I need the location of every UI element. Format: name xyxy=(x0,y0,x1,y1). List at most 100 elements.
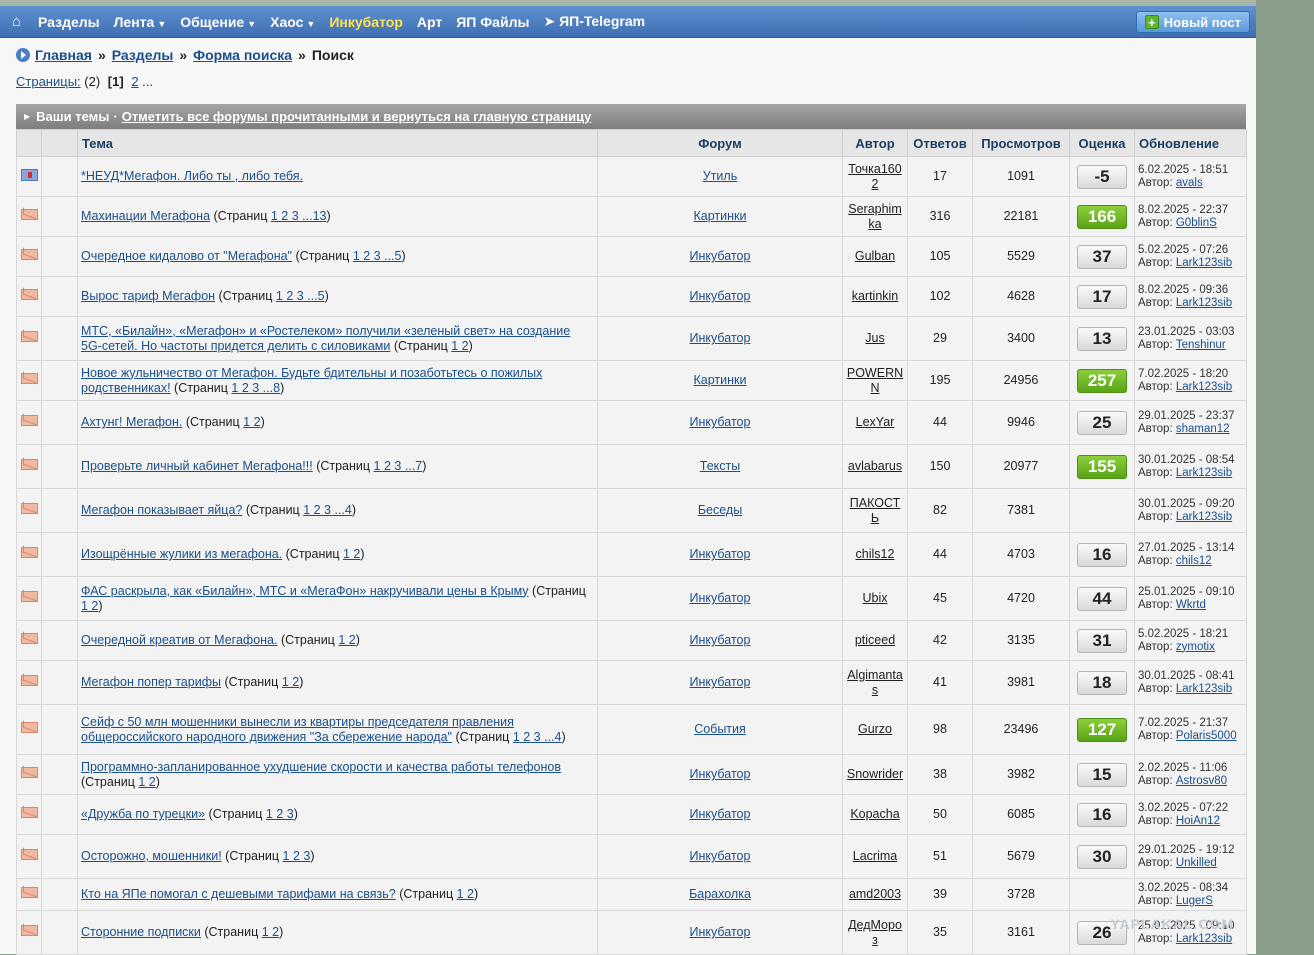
author-link[interactable]: Jus xyxy=(865,331,884,345)
author-link[interactable]: ДедМороз xyxy=(848,918,902,947)
author-link[interactable]: Точка1602 xyxy=(848,162,901,191)
rating-badge[interactable]: 166 xyxy=(1077,204,1127,229)
topic-link[interactable]: Кто на ЯПе помогал с дешевыми тарифами н… xyxy=(81,887,396,901)
rating-badge[interactable]: 30 xyxy=(1077,844,1127,869)
topic-pages-links[interactable]: 1 2 3 ...8 xyxy=(231,381,280,395)
last-poster-link[interactable]: avals xyxy=(1176,177,1203,189)
forum-link[interactable]: События xyxy=(694,722,746,736)
breadcrumb-search-form[interactable]: Форма поиска xyxy=(193,47,292,63)
last-poster-link[interactable]: LugerS xyxy=(1176,895,1213,907)
breadcrumb-sections[interactable]: Разделы xyxy=(112,47,174,63)
rating-badge[interactable]: 17 xyxy=(1077,284,1127,309)
topic-link[interactable]: Сейф с 50 млн мошенники вынесли из кварт… xyxy=(81,715,514,744)
forum-link[interactable]: Утиль xyxy=(703,169,737,183)
author-link[interactable]: Ubix xyxy=(862,591,887,605)
author-link[interactable]: Gurzo xyxy=(858,722,892,736)
author-link[interactable]: chils12 xyxy=(856,547,895,561)
rating-badge[interactable]: 31 xyxy=(1077,628,1127,653)
topic-link[interactable]: Очередное кидалово от "Мегафона" xyxy=(81,249,292,263)
topic-pages-links[interactable]: 1 2 xyxy=(451,339,468,353)
author-link[interactable]: kartinkin xyxy=(852,289,899,303)
last-poster-link[interactable]: Lark123sib xyxy=(1176,467,1232,479)
topic-pages-links[interactable]: 1 2 3 ...4 xyxy=(513,730,562,744)
topic-pages-links[interactable]: 1 2 3 xyxy=(266,807,294,821)
forum-link[interactable]: Инкубатор xyxy=(690,807,751,821)
topic-link[interactable]: Изощрённые жулики из мегафона. xyxy=(81,547,282,561)
rating-badge[interactable]: 15 xyxy=(1077,762,1127,787)
nav-chaos[interactable]: Хаос ▼ xyxy=(270,14,315,30)
forum-link[interactable]: Картинки xyxy=(694,209,747,223)
forum-link[interactable]: Инкубатор xyxy=(690,547,751,561)
last-poster-link[interactable]: Lark123sib xyxy=(1176,381,1232,393)
topic-link[interactable]: Мегафон попер тарифы xyxy=(81,675,221,689)
author-link[interactable]: Seraphimka xyxy=(848,202,902,231)
forum-link[interactable]: Инкубатор xyxy=(690,289,751,303)
rating-badge[interactable]: 44 xyxy=(1077,586,1127,611)
topic-pages-links[interactable]: 1 2 3 ...4 xyxy=(303,503,352,517)
last-poster-link[interactable]: Lark123sib xyxy=(1176,683,1232,695)
topic-link[interactable]: Проверьте личный кабинет Мегафона!!! xyxy=(81,459,313,473)
nav-art[interactable]: Арт xyxy=(417,14,442,30)
pages-next[interactable]: 2 xyxy=(131,74,138,89)
topic-link[interactable]: Мегафон показывает яйца? xyxy=(81,503,242,517)
topic-pages-links[interactable]: 1 2 xyxy=(262,925,279,939)
forum-link[interactable]: Картинки xyxy=(694,373,747,387)
topic-pages-links[interactable]: 1 2 xyxy=(338,633,355,647)
nav-feed[interactable]: Лента ▼ xyxy=(114,14,167,30)
last-poster-link[interactable]: Lark123sib xyxy=(1176,933,1232,945)
home-icon[interactable]: ⌂ xyxy=(12,13,38,30)
author-link[interactable]: Algimantas xyxy=(847,668,903,697)
last-poster-link[interactable]: G0blinS xyxy=(1176,217,1217,229)
last-poster-link[interactable]: Lark123sib xyxy=(1176,511,1232,523)
last-poster-link[interactable]: shaman12 xyxy=(1176,423,1230,435)
topic-pages-links[interactable]: 1 2 xyxy=(282,675,299,689)
topic-link[interactable]: Сторонние подписки xyxy=(81,925,201,939)
forum-link[interactable]: Инкубатор xyxy=(690,633,751,647)
forum-link[interactable]: Инкубатор xyxy=(690,591,751,605)
rating-badge[interactable]: 155 xyxy=(1077,454,1127,479)
rating-badge[interactable]: 257 xyxy=(1077,368,1127,393)
rating-badge[interactable]: 25 xyxy=(1077,410,1127,435)
topic-pages-links[interactable]: 1 2 3 ...5 xyxy=(353,249,402,263)
author-link[interactable]: LexYar xyxy=(856,415,895,429)
topic-pages-links[interactable]: 1 2 xyxy=(243,415,260,429)
forum-link[interactable]: Инкубатор xyxy=(690,925,751,939)
last-poster-link[interactable]: Polaris5000 xyxy=(1176,730,1237,742)
last-poster-link[interactable]: Wkrtd xyxy=(1176,599,1206,611)
topic-pages-links[interactable]: 1 2 3 ...7 xyxy=(374,459,423,473)
rating-badge[interactable]: 37 xyxy=(1077,244,1127,269)
topic-pages-links[interactable]: 1 2 xyxy=(343,547,360,561)
breadcrumb-home[interactable]: Главная xyxy=(35,47,92,63)
forum-link[interactable]: Барахолка xyxy=(689,887,751,901)
last-poster-link[interactable]: Tenshinur xyxy=(1176,339,1226,351)
topic-link[interactable]: МТС, «Билайн», «Мегафон» и «Ростелеком» … xyxy=(81,324,570,353)
last-poster-link[interactable]: zymotix xyxy=(1176,641,1215,653)
forum-link[interactable]: Инкубатор xyxy=(690,767,751,781)
nav-sections[interactable]: Разделы xyxy=(38,14,100,30)
forum-link[interactable]: Инкубатор xyxy=(690,849,751,863)
topic-pages-links[interactable]: 1 2 xyxy=(81,599,98,613)
topic-link[interactable]: Ахтунг! Мегафон. xyxy=(81,415,182,429)
rating-badge[interactable]: 18 xyxy=(1077,670,1127,695)
last-poster-link[interactable]: Astrosv80 xyxy=(1176,775,1227,787)
topic-link[interactable]: Новое жульничество от Мегафон. Будьте бд… xyxy=(81,366,542,395)
author-link[interactable]: Gulban xyxy=(855,249,895,263)
rating-badge[interactable]: 16 xyxy=(1077,802,1127,827)
topic-link[interactable]: Осторожно, мошенники! xyxy=(81,849,222,863)
rating-badge[interactable]: 127 xyxy=(1077,717,1127,742)
last-poster-link[interactable]: HoiAn12 xyxy=(1176,815,1220,827)
rating-badge[interactable]: 16 xyxy=(1077,542,1127,567)
forum-link[interactable]: Инкубатор xyxy=(690,331,751,345)
forum-link[interactable]: Инкубатор xyxy=(690,249,751,263)
author-link[interactable]: avlabarus xyxy=(848,459,902,473)
last-poster-link[interactable]: Lark123sib xyxy=(1176,257,1232,269)
author-link[interactable]: Kopacha xyxy=(850,807,899,821)
topic-pages-links[interactable]: 1 2 3 xyxy=(283,849,311,863)
forum-link[interactable]: Инкубатор xyxy=(690,415,751,429)
last-poster-link[interactable]: Unkilled xyxy=(1176,857,1217,869)
author-link[interactable]: Snowrider xyxy=(847,767,903,781)
topic-pages-links[interactable]: 1 2 xyxy=(457,887,474,901)
rating-badge[interactable]: -5 xyxy=(1077,164,1127,189)
nav-incubator[interactable]: Инкубатор xyxy=(329,14,403,30)
nav-files[interactable]: ЯП Файлы xyxy=(456,14,529,30)
